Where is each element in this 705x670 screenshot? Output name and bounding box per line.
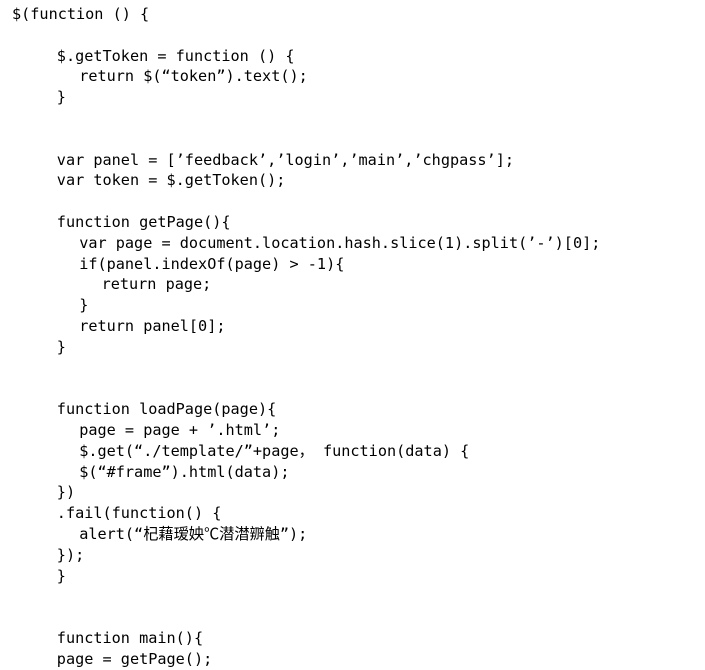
code-line: }	[56, 88, 66, 107]
code-line: $.get(“./template/”+page， function(data)…	[79, 441, 470, 460]
code-line: var panel = [’feedback’,’login’,’main’,’…	[56, 150, 514, 169]
code-line: return panel[0];	[79, 317, 226, 335]
code-line: })	[56, 483, 76, 502]
code-line: }	[79, 296, 89, 315]
code-line: var page = document.location.hash.slice(…	[79, 233, 601, 252]
code-line: page = getPage();	[56, 649, 213, 668]
code-line: if(panel.indexOf(page) > -1){	[79, 254, 345, 273]
code-line: var token = $.getToken();	[56, 171, 286, 190]
code-line: function loadPage(page){	[56, 400, 277, 419]
code-line: return $(“token”).text();	[79, 67, 308, 86]
code-line: }	[56, 566, 66, 585]
code-line: $.getToken = function () {	[56, 46, 295, 65]
code-line: .fail(function() {	[56, 504, 222, 523]
code-line: return page;	[101, 275, 212, 294]
code-line: function main(){	[56, 629, 204, 647]
code-line: $(function () {	[12, 5, 150, 23]
code-line: }	[56, 337, 66, 356]
code-line: function getPage(){	[56, 213, 231, 231]
code-line: page = page + ’.html’;	[79, 421, 281, 439]
code-line: });	[56, 545, 85, 564]
code-line: alert(“杞藉瑷姎℃潜澘辧触”);	[79, 525, 308, 543]
code-listing: $(function () { $.getToken = function () …	[0, 0, 705, 668]
code-line: $(“#frame”).html(data);	[79, 462, 290, 481]
